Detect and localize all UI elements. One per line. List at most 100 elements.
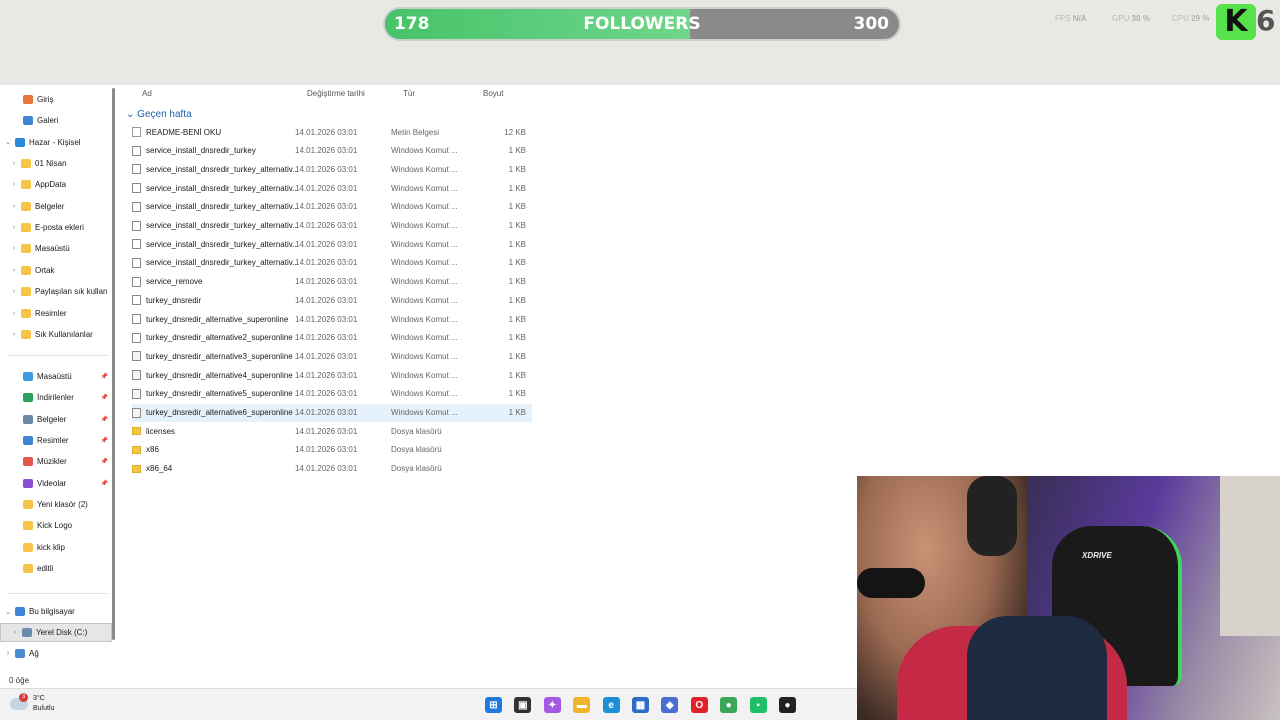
file-row[interactable]: service_install_dnsredir_turkey_alternat… [132, 179, 532, 197]
sidebar-item[interactable]: › Resimler [0, 304, 112, 323]
file-row[interactable]: turkey_dnsredir_alternative6_superonline… [132, 403, 532, 422]
file-row[interactable]: turkey_dnsredir_alternative2_superonline… [132, 329, 532, 347]
fps-stat: FPS N/A [1055, 14, 1087, 23]
folder-icon [21, 265, 31, 275]
chevron-right-icon[interactable]: › [10, 331, 18, 338]
edge-icon[interactable]: e [602, 697, 620, 713]
file-type: Windows Komut ... [391, 221, 458, 230]
chevron-down-icon[interactable]: ⌄ [4, 608, 12, 616]
sidebar-item[interactable]: ⌄ Bu bilgisayar [0, 602, 112, 621]
sidebar-item[interactable]: Masaüstü 📌 [0, 367, 112, 386]
column-header-name[interactable]: Ad [142, 89, 152, 98]
column-header-size[interactable]: Boyut [483, 89, 503, 98]
sidebar-item[interactable]: Giriş [0, 90, 112, 109]
chevron-right-icon[interactable]: › [10, 160, 18, 167]
sidebar-item[interactable]: ⌄ Hazar - Kişisel [0, 133, 112, 152]
file-row[interactable]: README-BENİ OKU 14.01.2026 03:01 Metin Bel… [132, 123, 532, 141]
file-date: 14.01.2026 03:01 [295, 408, 358, 417]
sidebar-item[interactable]: Kick Logo [0, 516, 112, 535]
sidebar-item[interactable]: › Ağ [0, 644, 112, 663]
chevron-right-icon[interactable]: › [11, 629, 19, 636]
sidebar-item[interactable]: Resimler 📌 [0, 431, 112, 450]
sidebar-item[interactable]: › Sık Kullanılanlar [0, 325, 112, 344]
chevron-right-icon[interactable]: › [10, 181, 18, 188]
group-header[interactable]: ⌄ Geçen hafta [126, 109, 192, 120]
pictures-icon [23, 436, 33, 446]
sidebar-item[interactable]: Galeri [0, 111, 112, 130]
sidebar-item[interactable]: kick klip [0, 538, 112, 557]
pin-icon: 📌 [100, 395, 108, 402]
sidebar-item[interactable]: Belgeler 📌 [0, 410, 112, 429]
file-size: 1 KB [508, 258, 526, 268]
sidebar-item[interactable]: Videolar 📌 [0, 474, 112, 493]
chevron-right-icon[interactable]: › [10, 267, 18, 274]
kick-logo-icon: K [1216, 4, 1256, 40]
app-icon[interactable]: ◆ [661, 697, 679, 713]
copilot-icon[interactable]: ✦ [543, 697, 561, 713]
chevron-down-icon[interactable]: ⌄ [4, 138, 12, 146]
sidebar-item[interactable]: editli [0, 559, 112, 578]
sidebar-item[interactable]: › Paylaşılan sık kullan [0, 282, 112, 301]
kick-app-icon[interactable]: ▪ [749, 697, 767, 713]
sidebar-item[interactable]: › Belgeler [0, 197, 112, 216]
file-row[interactable]: licenses 14.01.2026 03:01 Dosya klasörü [132, 422, 532, 440]
sidebar-item[interactable]: › Masaüstü [0, 239, 112, 258]
file-name: x86_64 [146, 464, 173, 474]
sidebar-item-label: 01 Nisan [35, 159, 67, 169]
chevron-right-icon[interactable]: › [10, 203, 18, 210]
folder-icon [23, 542, 33, 552]
sidebar-item[interactable]: › AppData [0, 175, 112, 194]
batch-file-icon [132, 314, 141, 324]
chevron-right-icon[interactable]: › [10, 288, 18, 295]
file-row[interactable]: turkey_dnsredir_alternative3_superonline… [132, 347, 532, 365]
chevron-right-icon[interactable]: › [10, 310, 18, 317]
file-size: 1 KB [508, 314, 526, 324]
file-explorer-icon[interactable]: ▬ [573, 697, 591, 713]
sidebar-item[interactable]: › E-posta ekleri [0, 218, 112, 237]
folder-icon [132, 445, 141, 454]
file-name: service_install_dnsredir_turkey_alternat… [146, 258, 299, 268]
task-view-icon[interactable]: ▣ [514, 697, 532, 713]
sidebar-item-label: Kick Logo [37, 521, 73, 531]
file-row[interactable]: x86 14.01.2026 03:01 Dosya klasörü [132, 441, 532, 459]
column-header-type[interactable]: Tür [403, 89, 415, 98]
file-row[interactable]: x86_64 14.01.2026 03:01 Dosya klasörü [132, 460, 532, 478]
batch-file-icon [132, 388, 141, 399]
file-row[interactable]: turkey_dnsredir_alternative_superonline 1… [132, 310, 532, 328]
file-row[interactable]: turkey_dnsredir_alternative5_superonline… [132, 385, 532, 403]
chevron-right-icon[interactable]: › [10, 245, 18, 252]
sidebar-item[interactable]: Müzikler 📌 [0, 452, 112, 471]
sidebar-item-label: İndirilenler [37, 393, 74, 403]
pictures-icon [21, 308, 31, 318]
file-row[interactable]: turkey_dnsredir_alternative4_superonline… [132, 366, 532, 384]
sidebar-item[interactable]: › 01 Nisan [0, 154, 112, 173]
cloud-icon [15, 137, 25, 147]
column-header-date[interactable]: Değiştirme tarihi [307, 89, 365, 98]
opera-icon[interactable]: O [690, 697, 708, 713]
chevron-right-icon[interactable]: › [4, 650, 12, 657]
file-name: turkey_dnsredir_alternative_superonline [146, 314, 289, 324]
file-type: Dosya klasörü [391, 426, 442, 436]
file-row[interactable]: service_install_dnsredir_turkey 14.01.202… [132, 142, 532, 160]
sidebar-item[interactable]: › Ortak [0, 261, 112, 280]
file-row[interactable]: service_install_dnsredir_turkey_alternat… [132, 160, 532, 178]
chrome-icon[interactable]: ● [720, 697, 738, 713]
file-row[interactable]: service_install_dnsredir_turkey_alternat… [132, 217, 532, 235]
obs-icon[interactable]: ● [779, 697, 796, 713]
sidebar-item[interactable]: › Yerel Disk (C:) [0, 623, 112, 642]
file-row[interactable]: service_install_dnsredir_turkey_alternat… [132, 235, 532, 253]
file-row[interactable]: turkey_dnsredir 14.01.2026 03:01 Windows K… [132, 291, 532, 309]
file-row[interactable]: service_install_dnsredir_turkey_alternat… [132, 254, 532, 272]
sidebar-item[interactable]: Yeni klasör (2) [0, 495, 112, 514]
chevron-right-icon[interactable]: › [10, 224, 18, 231]
file-type: Windows Komut ... [391, 183, 458, 193]
file-row[interactable]: service_remove 14.01.2026 03:01 Windows Ko… [132, 273, 532, 291]
file-date: 14.01.2026 03:01 [295, 183, 358, 193]
weather-widget[interactable]: 3 3°C Bulutlu [10, 693, 54, 714]
sidebar-scrollbar[interactable] [112, 88, 115, 640]
file-row[interactable]: service_install_dnsredir_turkey_alternat… [132, 198, 532, 216]
store-icon[interactable]: ▦ [632, 697, 649, 713]
sidebar-item-label: editli [37, 564, 54, 574]
windows-start-icon[interactable]: ⊞ [485, 697, 502, 713]
sidebar-item[interactable]: İndirilenler 📌 [0, 388, 112, 407]
